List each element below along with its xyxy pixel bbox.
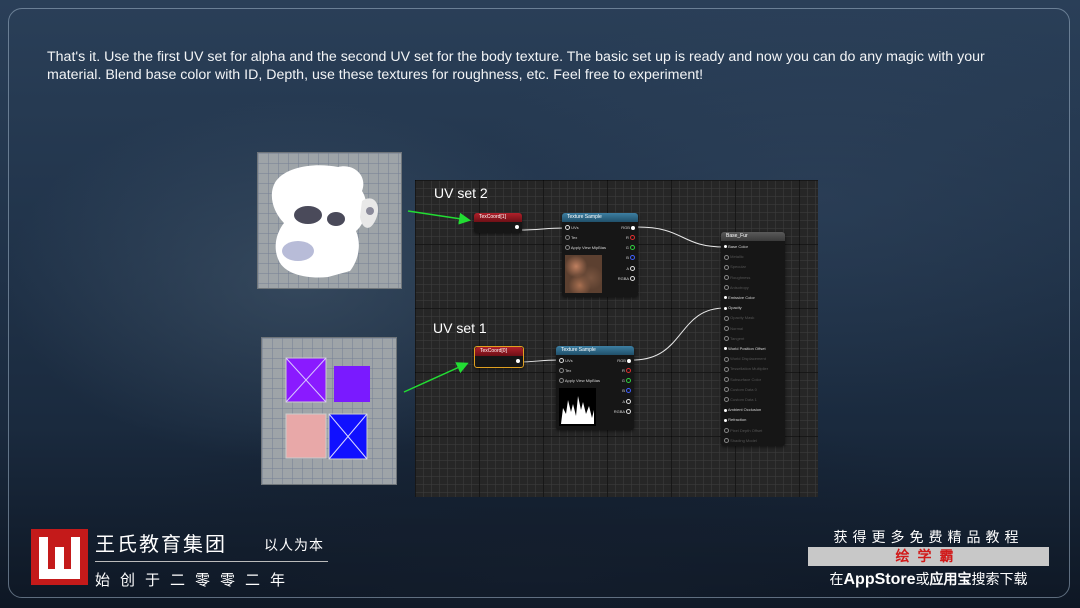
material-title: Base_Fur [721,232,785,241]
material-pin[interactable]: World Displacement [724,356,766,362]
rgba-output-pin[interactable]: RGBA [618,276,635,282]
mipbias-input-pin[interactable]: Apply View MipBias [565,245,606,251]
material-pin[interactable]: World Position Offset [724,346,766,351]
material-pin[interactable]: Opacity Mask [724,315,754,321]
g-output-pin[interactable]: G [626,245,635,251]
material-pin[interactable]: Shading Model [724,438,757,444]
brand-slogan: 以人为本 [264,537,324,553]
rgba-output-pin[interactable]: RGBA [614,409,631,415]
tex-input-pin[interactable]: Tex [559,368,571,374]
b-output-pin[interactable]: B [626,255,635,261]
material-pin[interactable]: Refraction [724,417,746,422]
material-pin[interactable]: Emissive Color [724,295,755,300]
texture-sample-node-uv1[interactable]: Texture Sample UVs Tex Apply View MipBia… [556,346,634,430]
mipbias-input-pin[interactable]: Apply View MipBias [559,378,600,384]
intro-text: That's it. Use the first UV set for alph… [47,49,985,83]
texture-sample-title: Texture Sample [556,346,634,355]
promo-app-name: 绘学霸 [808,547,1049,566]
material-pin[interactable]: Normal [724,326,743,332]
brand-logo [31,529,88,585]
material-pin[interactable]: Pixel Depth Offset [724,428,762,434]
brand-name: 王氏教育集团 [95,534,227,556]
promo-download-text: 在AppStore或应用宝搜索下载 [829,571,1028,588]
g-output-pin[interactable]: G [622,378,631,384]
a-output-pin[interactable]: A [626,266,635,272]
uv-layout-thumbnail [261,337,397,485]
material-result-node[interactable]: Base_Fur Base Color Metallic Specular Ro… [721,232,785,446]
uv-set-1-label: UV set 1 [433,320,487,336]
texcoord1-node[interactable]: TexCoord[1] [474,213,522,233]
uv-alpha-thumbnail [257,152,402,289]
texture-sample-title: Texture Sample [562,213,638,222]
material-pin[interactable]: Ambient Occlusion [724,407,761,412]
slide: That's it. Use the first UV set for alph… [0,0,1080,608]
texcoord0-output-pin[interactable] [516,358,520,363]
alpha-silhouette-image [271,165,379,278]
material-pin[interactable]: Custom Data 0 [724,387,757,393]
material-pin[interactable]: Subsurface Color [724,377,761,383]
material-pin[interactable]: Metallic [724,254,744,260]
uvs-input-pin[interactable]: UVs [565,225,579,231]
b-output-pin[interactable]: B [622,388,631,394]
material-pin[interactable]: Roughness [724,275,750,281]
brand-founded: 始创于二零零二年 [95,572,296,589]
texture-preview-alpha [559,388,596,426]
texture-sample-node-uv2[interactable]: Texture Sample UVs Tex Apply View MipBia… [562,213,638,297]
uv-set-2-label: UV set 2 [434,185,488,201]
texcoord0-title: TexCoord[0] [475,347,523,356]
uvs-input-pin[interactable]: UVs [559,358,573,364]
material-pin[interactable]: Opacity [724,305,742,310]
r-output-pin[interactable]: R [622,368,631,374]
texture-preview-body [565,255,602,293]
rgb-output-pin[interactable]: RGB [621,225,635,230]
texcoord0-node[interactable]: TexCoord[0] [474,346,524,368]
material-pin[interactable]: Anisotropy [724,285,749,291]
material-pin[interactable]: Base Color [724,244,748,249]
tex-input-pin[interactable]: Tex [565,235,577,241]
texcoord1-output-pin[interactable] [515,224,519,229]
w-logo-icon [39,537,80,579]
material-pin[interactable]: Tangent [724,336,744,342]
a-output-pin[interactable]: A [622,399,631,405]
material-pin[interactable]: Tessellation Multiplier [724,366,768,372]
rgb-output-pin[interactable]: RGB [617,358,631,363]
material-pin[interactable]: Specular [724,264,746,270]
uv-islands-image [285,357,370,460]
material-graph[interactable]: TexCoord[1] TexCoord[0] Texture Sample U… [415,180,818,497]
promo-headline: 获得更多免费精品教程 [833,529,1024,545]
material-pin[interactable]: Custom Data 1 [724,397,757,403]
r-output-pin[interactable]: R [626,235,635,241]
brand-divider [95,561,328,562]
texcoord1-title: TexCoord[1] [474,213,522,222]
